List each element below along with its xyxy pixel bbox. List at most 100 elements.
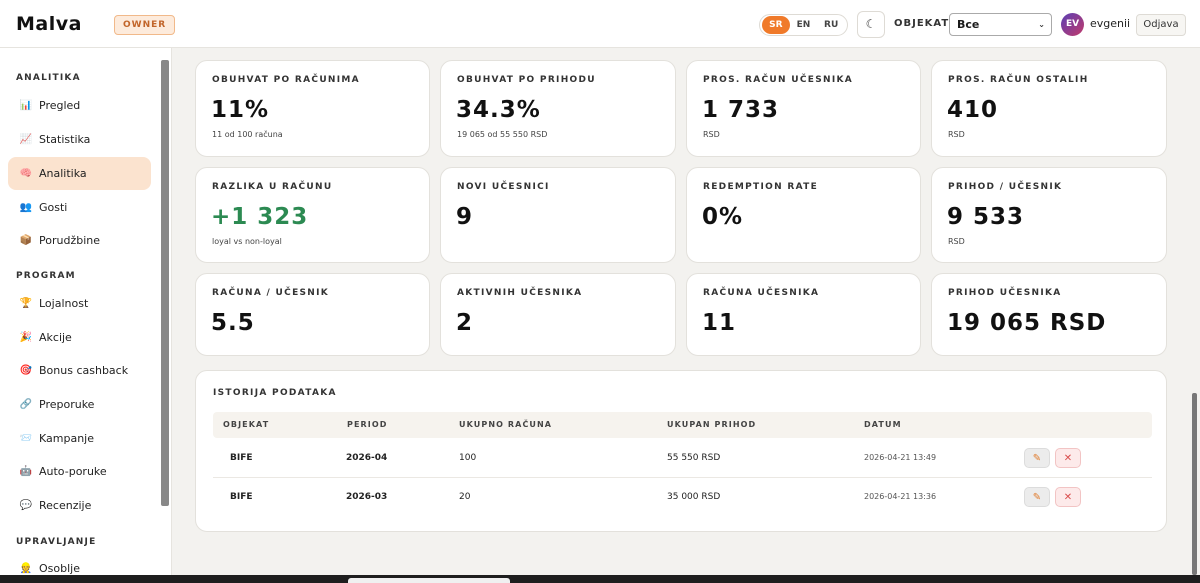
sidebar: ANALITIKA 📊 Pregled 📈 Statistika 🧠 Anali… [0,48,172,583]
stat-value: 19 065 RSD [947,310,1107,336]
sidebar-section-title: ANALITIKA [16,73,81,83]
logout-button[interactable]: Odjava [1136,14,1186,36]
stat-label: RAČUNA / UČESNIK [212,288,330,298]
stat-value: 5.5 [211,310,255,336]
stat-label: PRIHOD / UČESNIK [948,182,1063,192]
sidebar-item-gosti[interactable]: 👥 Gosti [8,191,151,224]
avatar[interactable]: EV [1061,13,1084,36]
sidebar-item-kampanje[interactable]: 📨 Kampanje [8,422,151,455]
stat-sub: RSD [948,130,965,139]
stat-value: 11 [702,310,737,336]
sidebar-item-label: Analitika [39,167,87,180]
stat-card: AKTIVNIH UČESNIKA 2 [440,273,676,356]
stat-label: REDEMPTION RATE [703,182,819,192]
column-header-period[interactable]: PERIOD [347,420,388,429]
brain-icon: 🧠 [19,167,33,179]
bar-chart-icon: 📊 [19,99,33,111]
stat-sub: 19 065 od 55 550 RSD [457,130,548,139]
stat-card: RAČUNA / UČESNIK 5.5 [195,273,430,356]
top-bar: Malva OWNER SR EN RU ☾ OBJEKAT Все ⌄ EV … [0,0,1200,48]
stat-label: AKTIVNIH UČESNIKA [457,288,583,298]
cell-objekat: BIFE [230,492,253,502]
cell-datum: 2026-04-21 13:49 [864,453,937,462]
sidebar-item-label: Lojalnost [39,297,89,310]
taskbar [0,575,1200,583]
delete-button[interactable]: ✕ [1055,448,1081,468]
sidebar-section-title: UPRAVLJANJE [16,537,97,547]
stat-sub: RSD [703,130,720,139]
theme-toggle-button[interactable]: ☾ [857,11,885,38]
sidebar-item-recenzije[interactable]: 💬 Recenzije [8,489,151,522]
column-header-ukupan-prihod[interactable]: UKUPAN PRIHOD [667,420,756,429]
mail-icon: 📨 [19,432,33,444]
stat-label: RAZLIKA U RAČUNU [212,182,333,192]
sidebar-section-title: PROGRAM [16,271,76,281]
stat-card: RAZLIKA U RAČUNU +1 323 loyal vs non-loy… [195,167,430,263]
target-icon: 🎯 [19,364,33,376]
cell-datum: 2026-04-21 13:36 [864,492,937,501]
stat-label: OBUHVAT PO PRIHODU [457,75,596,85]
pencil-icon: ✎ [1032,453,1042,464]
robot-icon: 🤖 [19,465,33,477]
stat-value: 2 [456,310,474,336]
stat-card: REDEMPTION RATE 0% [686,167,921,263]
sidebar-item-analitika[interactable]: 🧠 Analitika [8,157,151,190]
stat-label: PROS. RAČUN OSTALIH [948,75,1089,85]
pencil-icon: ✎ [1032,492,1042,503]
stat-value: 11% [211,97,270,123]
moon-icon: ☾ [865,17,877,31]
objekat-select[interactable]: Все ⌄ [949,13,1052,36]
sidebar-item-pregled[interactable]: 📊 Pregled [8,89,151,122]
sidebar-item-label: Recenzije [39,499,92,512]
edit-button[interactable]: ✎ [1024,487,1050,507]
stat-card: OBUHVAT PO PRIHODU 34.3% 19 065 od 55 55… [440,60,676,157]
sidebar-item-auto-poruke[interactable]: 🤖 Auto-poruke [8,455,151,488]
sidebar-item-label: Preporuke [39,398,95,411]
close-icon: ✕ [1063,453,1073,464]
stat-sub: RSD [948,237,965,246]
page-scrollbar[interactable] [1192,393,1197,575]
stat-value: 9 [456,204,474,230]
trophy-icon: 🏆 [19,297,33,309]
sidebar-scrollbar[interactable] [161,60,169,506]
stat-sub: loyal vs non-loyal [212,237,282,246]
history-title: ISTORIJA PODATAKA [213,388,337,398]
stat-card: NOVI UČESNICI 9 [440,167,676,263]
stat-card: PROS. RAČUN UČESNIKA 1 733 RSD [686,60,921,157]
sidebar-item-bonus-cashback[interactable]: 🎯 Bonus cashback [8,354,151,387]
sidebar-item-label: Gosti [39,201,68,214]
column-header-datum[interactable]: DATUM [864,420,902,429]
sidebar-item-label: Pregled [39,99,81,112]
sidebar-item-preporuke[interactable]: 🔗 Preporuke [8,388,151,421]
delete-button[interactable]: ✕ [1055,487,1081,507]
sidebar-item-statistika[interactable]: 📈 Statistika [8,123,151,156]
close-icon: ✕ [1063,492,1073,503]
table-row: BIFE 2026-04 100 55 550 RSD 2026-04-21 1… [213,439,1152,478]
sidebar-item-label: Porudžbine [39,234,100,247]
logo[interactable]: Malva [16,13,82,35]
lang-sr-button[interactable]: SR [762,16,790,34]
cell-period: 2026-04 [346,453,388,463]
sidebar-item-lojalnost[interactable]: 🏆 Lojalnost [8,287,151,320]
sidebar-item-akcije[interactable]: 🎉 Akcije [8,321,151,354]
line-chart-icon: 📈 [19,133,33,145]
edit-button[interactable]: ✎ [1024,448,1050,468]
sidebar-item-label: Osoblje [39,562,80,575]
sidebar-item-label: Auto-poruke [39,465,107,478]
table-row: BIFE 2026-03 20 35 000 RSD 2026-04-21 13… [213,478,1152,517]
role-badge: OWNER [114,15,176,35]
stat-label: PROS. RAČUN UČESNIKA [703,75,854,85]
stat-value: 34.3% [456,97,541,123]
chevron-down-icon: ⌄ [1038,20,1045,29]
stat-sub: 11 od 100 računa [212,130,283,139]
cell-prihod: 35 000 RSD [667,492,721,502]
objekat-selected-value: Все [957,18,980,31]
column-header-ukupno-racuna[interactable]: UKUPNO RAČUNA [459,420,552,429]
lang-ru-button[interactable]: RU [817,16,845,34]
sidebar-item-porudzbine[interactable]: 📦 Porudžbine [8,224,151,257]
party-icon: 🎉 [19,331,33,343]
lang-en-button[interactable]: EN [790,16,818,34]
column-header-objekat[interactable]: OBJEKAT [223,420,269,429]
taskbar-tab[interactable] [348,578,510,583]
username: evgenii [1090,17,1131,30]
